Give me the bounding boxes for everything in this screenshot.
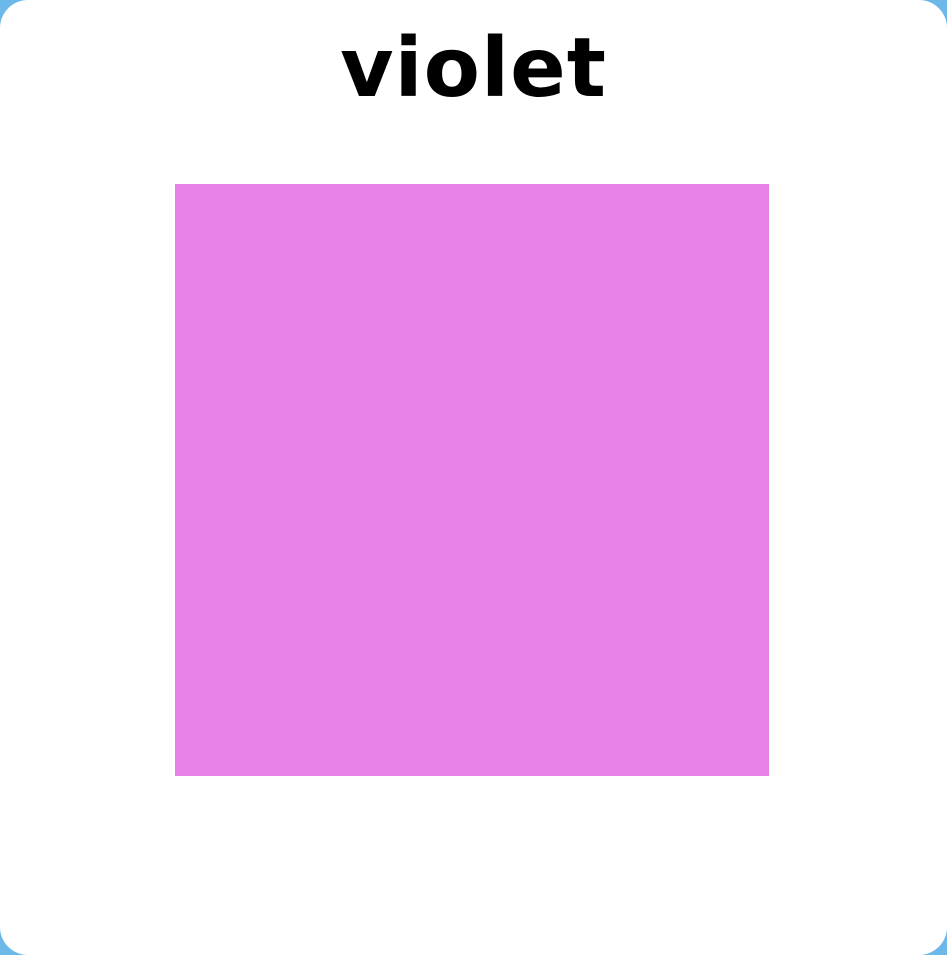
color-name-label: violet	[340, 21, 607, 116]
color-card[interactable]: violet	[0, 0, 947, 955]
color-swatch	[175, 184, 769, 776]
